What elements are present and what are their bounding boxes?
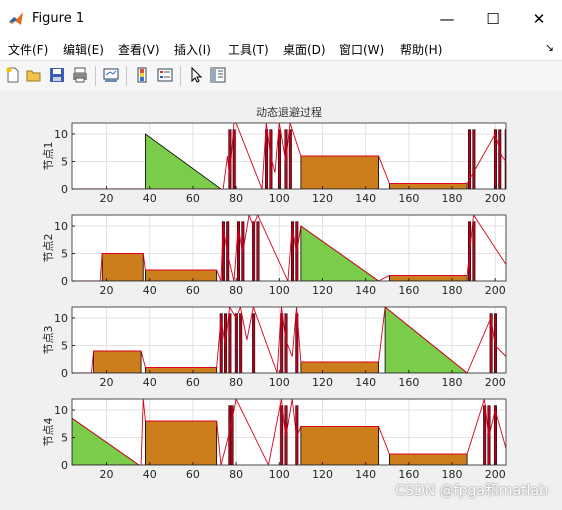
transmission-block [389, 275, 468, 281]
x-tick-label: 80 [229, 376, 243, 389]
transmission-block [145, 367, 218, 373]
x-tick-label: 40 [143, 468, 157, 481]
y-axis-label: 节点3 [42, 326, 55, 355]
x-tick-label: 160 [398, 376, 419, 389]
subplot-3: 20 40 60 80 100 120 140 160 180 200 0 5 10节点3 [42, 306, 507, 389]
x-tick-label: 60 [186, 376, 200, 389]
x-tick-label: 100 [269, 284, 290, 297]
subplot-4: 20 40 60 80 100 120 140 160 180 2000510节点4 [42, 398, 507, 481]
x-tick-label: 140 [355, 376, 376, 389]
x-tick-label: 20 [100, 468, 114, 481]
y-tick-label: 10 [54, 128, 68, 141]
collision-burst [472, 129, 476, 189]
x-tick-label: 40 [143, 376, 157, 389]
x-tick-label: 60 [186, 192, 200, 205]
transmission-block [389, 183, 468, 189]
x-tick-label: 120 [312, 192, 333, 205]
collision-burst [498, 129, 502, 189]
collision-burst [278, 129, 282, 189]
x-tick-label: 140 [355, 468, 376, 481]
collision-burst [252, 221, 256, 281]
transmission-block [101, 253, 144, 281]
y-tick-label: 5 [61, 432, 68, 445]
x-tick-label: 120 [312, 284, 333, 297]
y-tick-label: 0 [61, 183, 68, 196]
collision-burst [228, 313, 232, 373]
x-tick-label: 200 [485, 192, 506, 205]
collision-burst [239, 313, 243, 373]
collision-burst [483, 405, 487, 465]
collision-burst [288, 129, 292, 189]
y-tick-label: 5 [61, 248, 68, 261]
y-axis-label: 节点1 [42, 142, 55, 171]
x-tick-label: 160 [398, 192, 419, 205]
y-tick-label: 0 [61, 459, 68, 472]
transmission-block [93, 350, 142, 373]
collision-burst [472, 221, 476, 281]
transmission-block [300, 155, 380, 189]
x-tick-label: 140 [355, 284, 376, 297]
collision-burst [280, 405, 284, 465]
x-tick-label: 100 [269, 192, 290, 205]
x-tick-label: 40 [143, 192, 157, 205]
x-tick-label: 120 [312, 468, 333, 481]
x-tick-label: 80 [229, 468, 243, 481]
x-tick-label: 180 [442, 376, 463, 389]
transmission-block [145, 420, 218, 465]
x-tick-label: 140 [355, 192, 376, 205]
plot-area: 20 40 60 80 100 120 140 160 180 2000510节点120 40 60 8… [42, 122, 507, 481]
x-tick-label: 40 [143, 284, 157, 297]
x-tick-label: 80 [229, 284, 243, 297]
subplot-2: 20 40 60 80 100 120 140 160 180 200 0 5 10节点2 [42, 214, 507, 297]
x-tick-label: 20 [100, 192, 114, 205]
collision-burst [252, 313, 256, 373]
x-tick-label: 80 [229, 192, 243, 205]
y-tick-label: 0 [61, 275, 68, 288]
x-tick-label: 200 [485, 284, 506, 297]
watermark: CSDN @fpga和matlab [395, 483, 548, 499]
transmission-block [300, 361, 380, 373]
transmission-block [300, 426, 380, 465]
collision-burst [234, 313, 238, 373]
x-tick-label: 100 [269, 376, 290, 389]
y-tick-label: 10 [54, 220, 68, 233]
y-tick-label: 10 [54, 312, 68, 325]
subplot-1: 20 40 60 80 100 120 140 160 180 200 0 5 10节点1 [42, 122, 507, 205]
x-tick-label: 160 [398, 284, 419, 297]
y-tick-label: 5 [61, 156, 68, 169]
collision-burst [256, 221, 260, 281]
x-tick-label: 60 [186, 284, 200, 297]
collision-burst [232, 129, 236, 189]
transmission-block [389, 453, 468, 465]
x-tick-label: 120 [312, 376, 333, 389]
x-tick-label: 60 [186, 468, 200, 481]
transmission-block [145, 269, 218, 281]
x-tick-label: 100 [269, 468, 290, 481]
x-tick-label: 180 [442, 192, 463, 205]
y-tick-label: 10 [54, 404, 68, 417]
y-tick-label: 5 [61, 340, 68, 353]
y-tick-label: 0 [61, 367, 68, 380]
y-axis-label: 节点4 [42, 418, 55, 447]
x-tick-label: 180 [442, 284, 463, 297]
y-axis-label: 节点2 [42, 234, 55, 263]
x-tick-label: 20 [100, 284, 114, 297]
x-tick-label: 20 [100, 376, 114, 389]
x-tick-label: 200 [485, 376, 506, 389]
